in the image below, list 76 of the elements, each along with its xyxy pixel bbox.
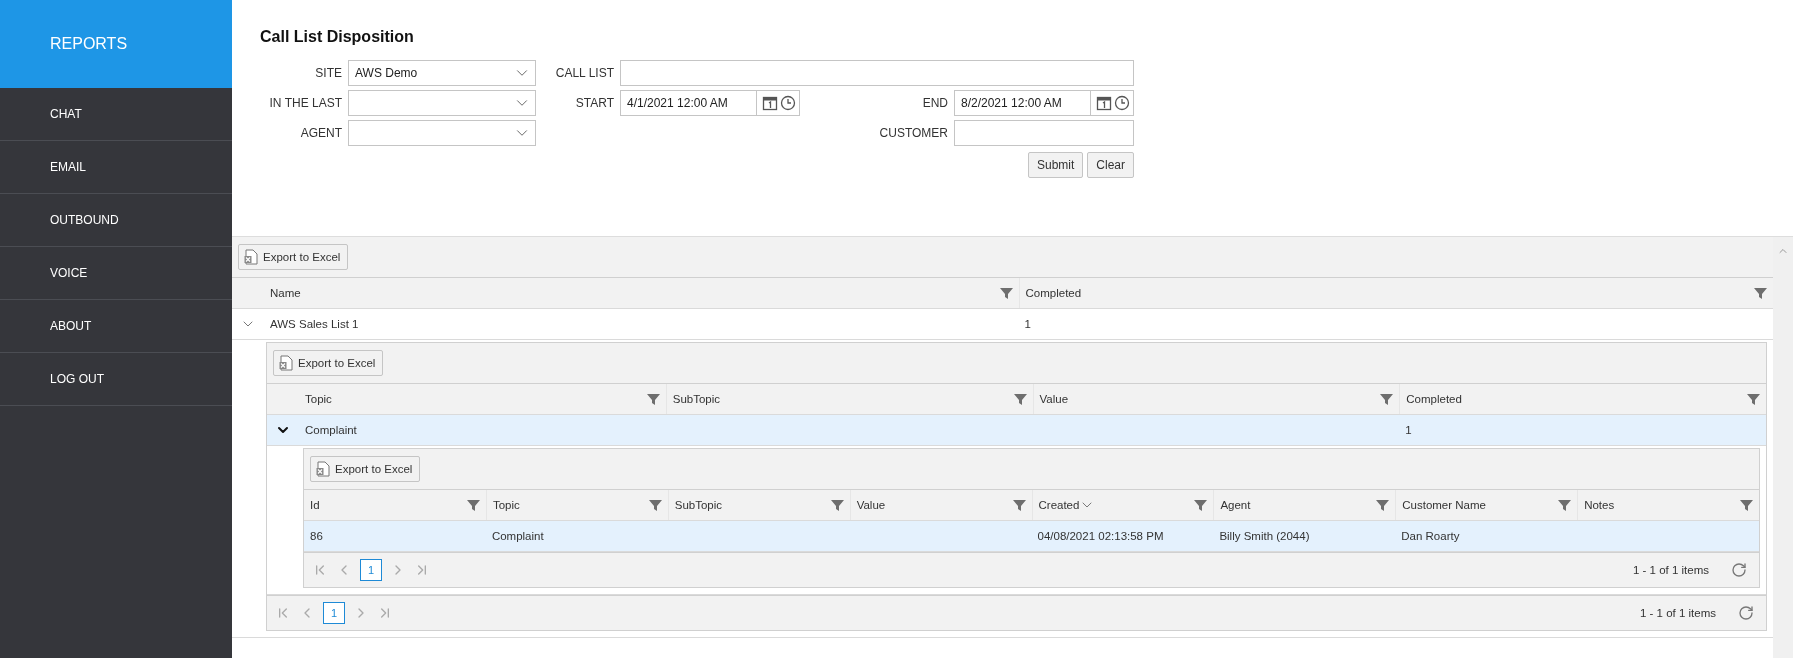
spreadsheet-file-icon [244, 249, 258, 265]
table-cell: 1 [1405, 424, 1412, 436]
text-field[interactable] [954, 120, 1134, 146]
sidebar-item[interactable]: EMAIL [0, 141, 232, 194]
column-header[interactable]: Topic [305, 393, 647, 405]
sidebar-item[interactable]: CHAT [0, 88, 232, 141]
filter-icon[interactable] [1740, 498, 1753, 512]
column-header[interactable]: Customer Name [1402, 499, 1559, 511]
column-header[interactable]: SubTopic [674, 499, 831, 511]
page-button[interactable]: 1 [360, 559, 382, 581]
filter-icon[interactable] [1754, 286, 1767, 300]
filter-icon[interactable] [1012, 498, 1026, 512]
column-header[interactable]: Name [270, 287, 1000, 299]
table-cell: AWS Sales List 1 [270, 318, 359, 330]
dropdown-field[interactable] [348, 120, 536, 146]
filter-icon[interactable] [1194, 498, 1208, 512]
field-label: SITE [314, 66, 342, 80]
filter-icon[interactable] [830, 498, 844, 512]
sidebar-item[interactable]: OUTBOUND [0, 194, 232, 247]
form-button[interactable]: Clear [1087, 152, 1134, 178]
table-row[interactable]: 86 Complaint 04/08/2021 02:13:58 PM Billy Smith (2044) Dan Roarty [304, 521, 1759, 552]
table-cell: Dan Roarty [1401, 530, 1460, 542]
pager-summary: 1 - 1 of 1 items [1639, 607, 1716, 619]
table-cell: Complaint [305, 424, 357, 436]
field-label: AGENT [299, 126, 342, 140]
filter-icon[interactable] [648, 498, 662, 512]
clock-icon[interactable] [1114, 95, 1130, 111]
column-header[interactable]: Notes [1584, 499, 1740, 511]
table-cell: 1 [1024, 318, 1031, 330]
column-header[interactable]: Value [1039, 393, 1381, 405]
field-label: END [921, 96, 948, 110]
column-header[interactable]: Value [856, 499, 1013, 511]
dropdown-field[interactable] [348, 90, 536, 116]
page-title: Call List Disposition [260, 28, 415, 46]
column-header[interactable]: Agent [1220, 499, 1377, 511]
field-label: IN THE LAST [268, 96, 342, 110]
dropdown-field[interactable]: AWS Demo [348, 60, 536, 86]
column-header[interactable]: SubTopic [672, 393, 1014, 405]
table-cell: Complaint [491, 530, 544, 542]
export-to-excel-button[interactable]: Export to Excel [238, 244, 349, 270]
page-button[interactable]: 1 [323, 602, 345, 624]
filter-icon[interactable] [999, 286, 1013, 300]
filter-icon[interactable] [1013, 392, 1027, 406]
filter-icon[interactable] [1558, 498, 1572, 512]
filter-icon[interactable] [646, 392, 660, 406]
column-header[interactable]: Completed [1406, 393, 1747, 405]
date-time-field[interactable]: 8/2/2021 12:00 AM [954, 90, 1134, 116]
export-to-excel-button[interactable]: Export to Excel [310, 456, 421, 482]
table-cell: 86 [310, 530, 323, 542]
table-cell: 04/08/2021 02:13:58 PM [1037, 530, 1164, 542]
spreadsheet-file-icon [316, 461, 330, 477]
refresh-icon[interactable] [1738, 605, 1754, 621]
field-label: START [574, 96, 614, 110]
text-field[interactable] [620, 60, 1134, 86]
export-to-excel-button[interactable]: Export to Excel [273, 350, 384, 376]
date-time-field[interactable]: 4/1/2021 12:00 AM [620, 90, 800, 116]
column-header[interactable]: Id [310, 499, 467, 511]
column-header[interactable]: Topic [492, 499, 649, 511]
table-row[interactable]: Complaint 1 [267, 415, 1766, 446]
form-button[interactable]: Submit [1027, 152, 1084, 178]
filter-icon[interactable] [466, 498, 480, 512]
filter-icon[interactable] [1380, 392, 1394, 406]
clock-icon[interactable] [780, 95, 796, 111]
calendar-icon[interactable] [1096, 95, 1112, 111]
filter-icon[interactable] [1747, 392, 1760, 406]
spreadsheet-file-icon [279, 355, 293, 371]
filter-icon[interactable] [1376, 498, 1390, 512]
column-header[interactable]: Created [1038, 497, 1195, 513]
calendar-icon[interactable] [762, 95, 778, 111]
refresh-icon[interactable] [1731, 562, 1747, 578]
column-header[interactable]: Completed [1025, 287, 1754, 299]
table-cell: Billy Smith (2044) [1219, 530, 1310, 542]
scrollbar[interactable] [1773, 237, 1793, 658]
field-label: CALL LIST [554, 66, 614, 80]
field-label: CUSTOMER [878, 126, 948, 140]
pager-summary: 1 - 1 of 1 items [1632, 564, 1709, 576]
